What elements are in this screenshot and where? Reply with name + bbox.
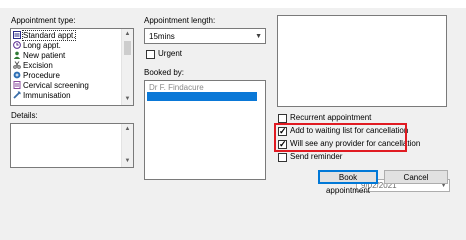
appointment-type-label: Appointment type: xyxy=(11,16,76,25)
list-item[interactable]: Excision xyxy=(13,61,53,71)
details-textarea[interactable]: ▲ ▼ xyxy=(10,123,134,168)
scrollbar-thumb[interactable] xyxy=(124,41,131,55)
book-appointment-button[interactable]: Book appointment xyxy=(318,170,378,195)
urgent-label: Urgent xyxy=(158,49,183,58)
send-reminder-checkbox[interactable] xyxy=(278,153,287,162)
details-label: Details: xyxy=(11,111,38,120)
appointment-length-value: 15mins xyxy=(149,32,175,41)
title-bar xyxy=(0,0,466,8)
chevron-down-icon: ▼ xyxy=(255,33,262,40)
list-item[interactable]: New patient xyxy=(13,51,65,61)
appointment-type-list[interactable]: Standard appt. Long appt. New patient Ex… xyxy=(10,28,134,106)
person-icon xyxy=(13,51,21,59)
scroll-up-icon[interactable]: ▲ xyxy=(122,29,133,40)
list-item-label: Immunisation xyxy=(23,91,71,100)
booked-by-label: Booked by: xyxy=(144,68,185,77)
appointment-type-scrollbar[interactable]: ▲ ▼ xyxy=(121,29,133,105)
list-item-label: New patient xyxy=(23,51,66,60)
procedure-icon xyxy=(13,71,21,79)
list-item[interactable]: Dr F. Findacure xyxy=(147,83,259,92)
appointment-length-dropdown[interactable]: 15mins ▼ xyxy=(144,28,266,44)
recurrent-label: Recurrent appointment xyxy=(290,113,372,122)
list-item[interactable]: Immunisation xyxy=(13,91,71,101)
booked-by-list[interactable]: Dr F. Findacure xyxy=(144,80,266,180)
list-item[interactable]: Procedure xyxy=(13,71,60,81)
scissors-icon xyxy=(13,61,21,69)
list-item-label: Cervical screening xyxy=(23,81,89,90)
selected-list-row[interactable] xyxy=(147,92,257,101)
details-scrollbar[interactable]: ▲ ▼ xyxy=(121,124,133,167)
scroll-down-icon[interactable]: ▼ xyxy=(122,94,133,105)
annotation-highlight xyxy=(274,123,407,152)
scroll-up-icon[interactable]: ▲ xyxy=(122,124,133,135)
urgent-checkbox[interactable] xyxy=(146,50,155,59)
appointment-notes-box[interactable] xyxy=(277,15,447,107)
list-item-label: Excision xyxy=(23,61,53,70)
list-item[interactable]: Cervical screening xyxy=(13,81,89,91)
list-item[interactable]: Long appt. xyxy=(13,41,61,51)
list-item-label: Standard appt. xyxy=(21,30,77,41)
send-reminder-label: Send reminder xyxy=(290,152,343,161)
list-item[interactable]: Standard appt. xyxy=(13,30,77,41)
standard-appointment-icon xyxy=(13,31,21,39)
scroll-down-icon[interactable]: ▼ xyxy=(122,156,133,167)
cancel-button[interactable]: Cancel xyxy=(384,170,448,184)
clock-icon xyxy=(13,41,21,49)
list-item-label: Long appt. xyxy=(23,41,61,50)
recurrent-checkbox[interactable] xyxy=(278,114,287,123)
screening-icon xyxy=(13,81,21,89)
syringe-icon xyxy=(13,91,21,99)
list-item-label: Procedure xyxy=(23,71,60,80)
appointment-length-label: Appointment length: xyxy=(144,16,216,25)
